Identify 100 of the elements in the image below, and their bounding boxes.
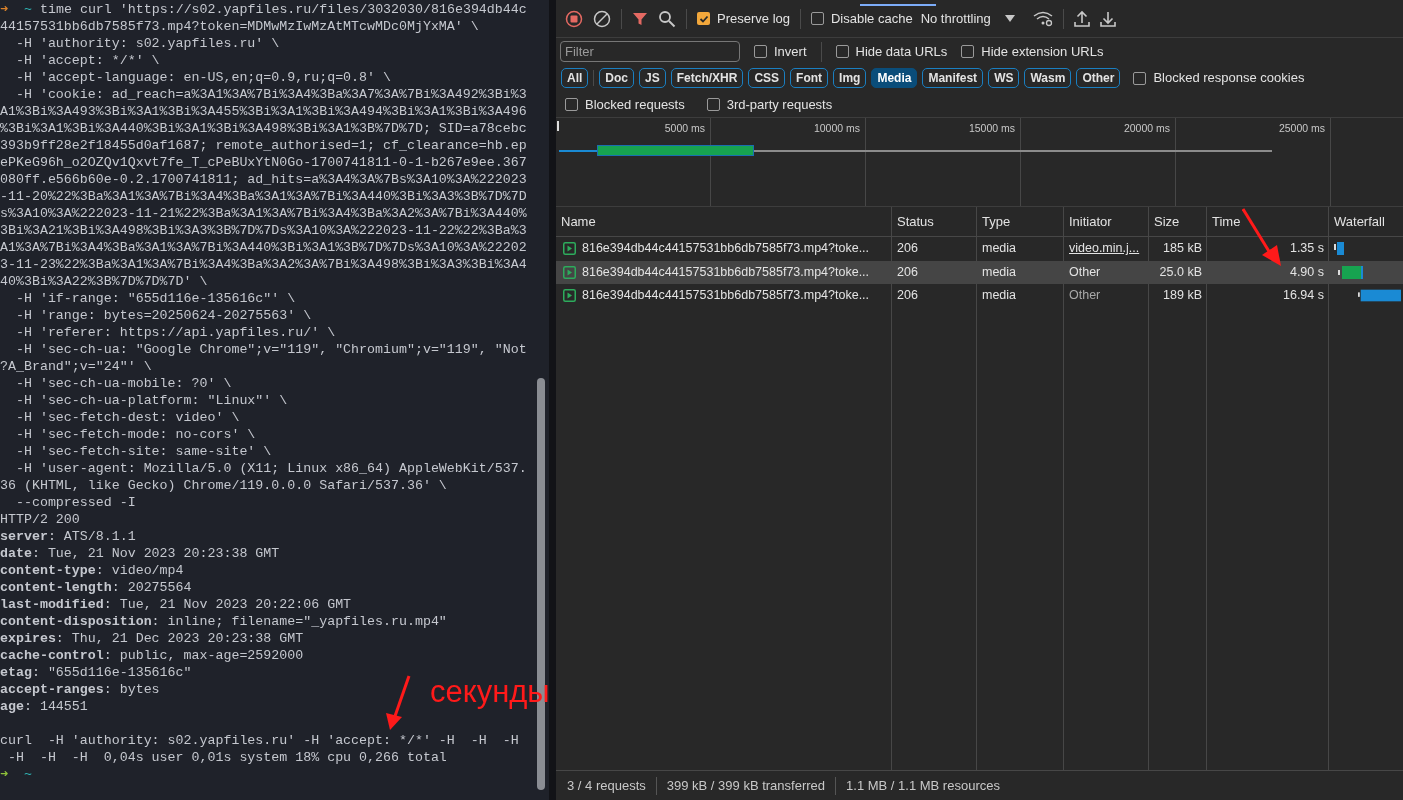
status-text: 206 [897, 241, 918, 256]
time-text: 4.90 s [1289, 264, 1324, 279]
type-filter-tab[interactable]: Doc [599, 68, 634, 88]
checkbox-option[interactable]: Blocked requests [565, 94, 685, 115]
checkbox-option[interactable]: Hide extension URLs [961, 41, 1104, 62]
terminal-line: -H 'sec-fetch-mode: no-cors' \ [14, 426, 256, 443]
request-name: 816e394db44c44157531bb6db7585f73.mp4?toke... [582, 287, 870, 305]
network-conditions-icon[interactable] [1032, 10, 1053, 27]
terminal-line: A1%3Bi%3A493%3Bi%3A1%3Bi%3A455%3Bi%3A1%3Bi%3A494%3Bi%3A1%3Bi%3A496 [0, 103, 527, 120]
header-line: date: Tue, 21 Nov 2023 20:23:38 GMT [0, 545, 280, 562]
checkbox[interactable] [961, 45, 975, 58]
request-name: 816e394db44c44157531bb6db7585f73.mp4?toke... [582, 240, 870, 258]
download-icon[interactable] [1099, 9, 1116, 28]
type-text: media [982, 241, 1017, 256]
checkbox[interactable] [706, 98, 720, 111]
column-header[interactable]: Type [977, 207, 1064, 236]
search-icon[interactable] [658, 9, 676, 28]
header-line: cache-control: public, max-age=2592000 [0, 647, 304, 664]
type-filter-tab[interactable]: Img [833, 68, 867, 88]
terminal-line: -H 'sec-ch-ua: "Google Chrome";v="119", "Chromium";v="119", "Not [14, 341, 527, 358]
checkbox-option[interactable]: Disable cache [811, 8, 913, 29]
media-file-icon [563, 265, 576, 279]
type-filter-tab[interactable]: CSS [748, 68, 786, 88]
record-stop-icon[interactable] [565, 9, 583, 28]
terminal-line: 3Bi%3A21%3Bi%3A498%3Bi%3A3%3B%7D%7Ds%3A10%3A%222023-11-22%22%3Ba%3 [0, 222, 527, 239]
terminal-line: -H 'user-agent: Mozilla/5.0 (X11; Linux x86_64) AppleWebKit/537. [14, 460, 527, 477]
checkbox[interactable] [697, 12, 710, 25]
caret-icon [1004, 14, 1015, 23]
media-file-icon [563, 242, 576, 256]
checkbox-option[interactable]: 3rd-party requests [706, 94, 833, 115]
overview-timing-line [559, 150, 597, 152]
header-line: age: 144551 [0, 698, 88, 715]
type-filter-tab[interactable]: Manifest [922, 68, 984, 88]
request-row[interactable]: 816e394db44c44157531bb6db7585f73.mp4?toke... 206 media Other 189 kB 16.94 s [556, 284, 1403, 308]
request-row[interactable]: 816e394db44c44157531bb6db7585f73.mp4?toke... 206 media Other 25.0 kB 4.90 s [556, 260, 1403, 284]
filter-field[interactable]: Filter [560, 41, 740, 62]
initiator-link[interactable]: video.min.j... [1069, 241, 1140, 256]
terminal-line: 44157531bb6db7585f73.mp4?token=MDMwMzIwMzAtMTcwMDc0MjYxMA' \ [0, 18, 479, 35]
terminal-line: -H 'authority: s02.yapfiles.ru' \ [14, 35, 280, 52]
checkbox[interactable] [754, 45, 767, 58]
initiator-text: Other [1069, 264, 1101, 279]
checkbox[interactable] [835, 45, 849, 58]
terminal-line: HTTP/2 200 [0, 511, 80, 528]
terminal-line: -H 'cookie: ad_reach=a%3A1%3A%7Bi%3A4%3Ba%3A7%3A%7Bi%3A492%3Bi%3 [14, 86, 527, 103]
column-header[interactable]: Waterfall [1329, 207, 1401, 236]
time-text: 16.94 s [1283, 288, 1324, 303]
terminal-line: -H 'sec-ch-ua-platform: "Linux"' \ [14, 392, 288, 409]
command-text: time curl 'https://s02.yapfiles.ru/files/3032030/816e394db44c [40, 1, 527, 18]
type-filter-tab[interactable]: JS [639, 68, 666, 88]
column-header[interactable]: Time [1207, 207, 1329, 236]
terminal-line: -H 'referer: https://api.yapfiles.ru/' \ [14, 324, 336, 341]
terminal-line: 40%3Bi%3A22%3B%7D%7D%7D' \ [0, 273, 208, 290]
tick-label: 5000 ms [664, 121, 705, 134]
annotation-label: секунды [430, 673, 550, 711]
terminal-line: curl -H 'authority: s02.yapfiles.ru' -H 'accept: */*' -H -H -H [0, 732, 519, 749]
status-text: 206 [897, 264, 918, 279]
checkbox-option[interactable]: Blocked response cookies [1133, 68, 1305, 88]
checkbox-option[interactable]: Preserve log [697, 8, 790, 29]
checkbox-option[interactable]: Hide data URLs [835, 41, 948, 62]
type-filter-tab[interactable]: All [561, 68, 589, 88]
type-filter-tab[interactable]: Font [790, 68, 829, 88]
time-text: 1.35 s [1289, 241, 1324, 256]
media-file-icon [563, 289, 576, 303]
type-filter-tab[interactable]: Other [1076, 68, 1121, 88]
terminal-line: -H 'sec-fetch-site: same-site' \ [14, 443, 272, 460]
terminal-line: -H 'if-range: "655d116e-135616c"' \ [14, 290, 296, 307]
tick-label: 15000 ms [968, 121, 1015, 134]
header-line: accept-ranges: bytes [0, 681, 160, 698]
request-name: 816e394db44c44157531bb6db7585f73.mp4?toke... [582, 263, 870, 281]
header-line: content-length: 20275564 [0, 579, 192, 596]
waterfall-bar [1338, 265, 1363, 279]
column-header[interactable]: Size [1149, 207, 1207, 236]
type-filter-tab[interactable]: Fetch/XHR [670, 68, 744, 88]
terminal-line: -H 'range: bytes=20250624-20275563' \ [14, 307, 312, 324]
size-text: 185 kB [1163, 241, 1202, 256]
status-text: 206 [897, 288, 918, 303]
terminal-line: 393b9ff28e2f18455d0af1687; remote_authorised=1; cf_clearance=hb.ep [0, 137, 527, 154]
type-filter-tab[interactable]: Wasm [1024, 68, 1072, 88]
clear-icon[interactable] [593, 9, 611, 28]
checkbox[interactable] [811, 12, 824, 25]
waterfall-bar [1358, 289, 1401, 303]
throttling-dropdown[interactable]: No throttling [920, 8, 1015, 29]
terminal-line: -11-20%22%3Ba%3A1%3A%7Bi%3A4%3Ba%3A1%3A%7Bi%3A440%3Bi%3A3%3B%7D%7D [0, 188, 527, 205]
size-text: 189 kB [1163, 288, 1202, 303]
terminal-line: A1%3A%7Bi%3A4%3Ba%3A1%3A%7Bi%3A440%3Bi%3A1%3B%7D%7Ds%3A10%3A%22202 [0, 239, 527, 256]
terminal-line: 080ff.e566b60e-0.2.1700741811; ad_hits=a%3A4%3A%7Bs%3A10%3A%222023 [0, 171, 527, 188]
request-row[interactable]: 816e394db44c44157531bb6db7585f73.mp4?toke... 206 media video.min.j... 185 kB 1.35 s [556, 237, 1403, 261]
type-filter-tab[interactable]: WS [988, 68, 1020, 88]
column-header[interactable]: Name [556, 207, 892, 236]
tick-label: 25000 ms [1278, 121, 1325, 134]
filter-icon[interactable] [632, 10, 648, 27]
terminal-line: ?A_Brand";v="24"' \ [0, 358, 152, 375]
checkbox-option[interactable]: Invert [754, 41, 807, 62]
type-filter-tab[interactable]: Media [871, 68, 918, 88]
column-header[interactable]: Initiator [1064, 207, 1149, 236]
upload-icon[interactable] [1073, 9, 1090, 28]
column-header[interactable]: Status [892, 207, 977, 236]
prompt-directory: ~ [24, 766, 32, 783]
checkbox[interactable] [565, 98, 578, 111]
checkbox[interactable] [1133, 71, 1147, 85]
